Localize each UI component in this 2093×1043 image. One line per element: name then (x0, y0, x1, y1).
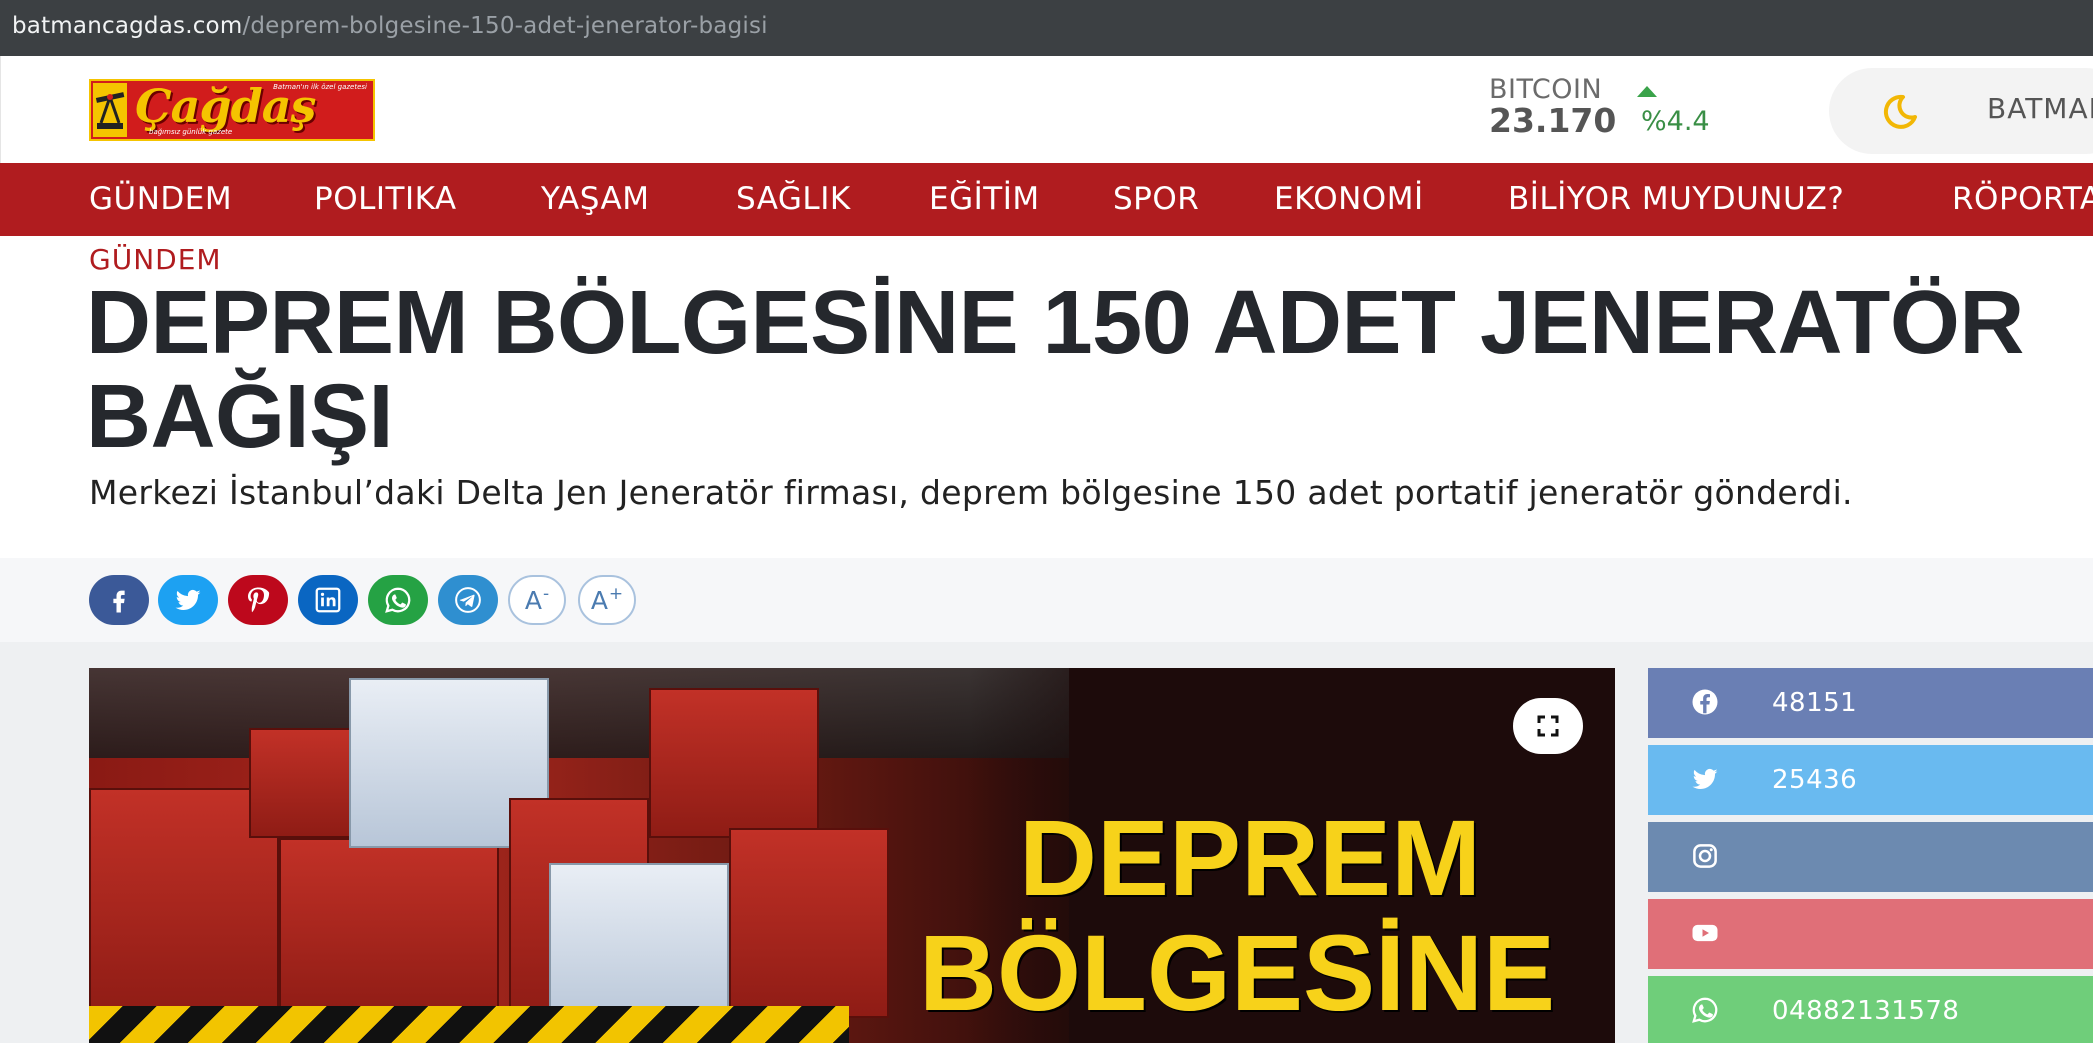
article-category[interactable]: GÜNDEM (89, 243, 222, 276)
facebook-icon (113, 590, 125, 613)
logo-tagline-top: Batman'ın ilk özel gazetesi (273, 83, 367, 91)
telegram-icon (455, 587, 481, 613)
wrapped-generator-box (549, 863, 729, 1028)
twitter-count: 25436 (1772, 765, 1858, 795)
fullscreen-button[interactable] (1513, 698, 1583, 754)
nav-item-biliyor-muydunuz[interactable]: BİLİYOR MUYDUNUZ? (1508, 181, 1844, 217)
whatsapp-icon (1692, 997, 1718, 1023)
share-whatsapp-button[interactable] (368, 575, 428, 625)
font-size-increase-button[interactable]: A + (578, 575, 636, 625)
generator-box (729, 828, 889, 1018)
share-linkedin-button[interactable] (298, 575, 358, 625)
weather-city: BATMAN (1987, 92, 2093, 125)
facebook-icon (1692, 689, 1718, 715)
hazard-stripe (89, 1006, 849, 1043)
warehouse-ceiling (89, 668, 1069, 758)
instagram-icon (1693, 844, 1717, 868)
ticker-change: %4.4 (1641, 106, 1710, 137)
facebook-count: 48151 (1772, 688, 1858, 718)
moon-icon (1883, 94, 1917, 129)
nav-item-egitim[interactable]: EĞİTİM (929, 181, 1040, 217)
article-title-line-1: DEPREM BÖLGESİNE 150 ADET JENERATÖR (86, 273, 2024, 373)
url-text[interactable]: batmancagdas.com/deprem-bolgesine-150-ad… (12, 13, 768, 39)
url-path: /deprem-bolgesine-150-adet-jenerator-bag… (242, 13, 768, 39)
browser-address-bar[interactable]: batmancagdas.com/deprem-bolgesine-150-ad… (0, 0, 2093, 56)
article-title: DEPREM BÖLGESİNE 150 ADET JENERATÖR BAĞI… (86, 276, 2086, 464)
linkedin-icon (315, 587, 341, 613)
logo-tagline-bottom: bağımsız günlük gazete (149, 128, 233, 136)
font-increase-label: A (590, 585, 608, 615)
nav-item-politika[interactable]: POLITIKA (314, 181, 457, 217)
generator-box (279, 838, 499, 1018)
pinterest-icon (248, 587, 270, 613)
article-summary: Merkezi İstanbul’daki Delta Jen Jeneratö… (89, 473, 1853, 512)
share-pinterest-button[interactable] (228, 575, 288, 625)
article-title-line-2: BAĞIŞI (86, 367, 394, 467)
twitter-icon (175, 589, 201, 610)
nav-item-roportaj[interactable]: RÖPORTAJ (1952, 181, 2093, 217)
nav-item-gundem[interactable]: GÜNDEM (89, 181, 232, 217)
whatsapp-phone: 04882131578 (1772, 996, 1960, 1026)
nav-item-saglik[interactable]: SAĞLIK (736, 181, 851, 217)
expand-icon (1537, 715, 1559, 737)
nav-item-yasam[interactable]: YAŞAM (541, 181, 649, 217)
share-twitter-button[interactable] (158, 575, 218, 625)
weather-widget[interactable]: BATMAN (1829, 68, 2093, 154)
nav-item-spor[interactable]: SPOR (1113, 181, 1199, 217)
ticker-price: 23.170 (1489, 101, 1617, 140)
social-instagram-counter[interactable] (1648, 822, 2093, 892)
generator-box (649, 688, 819, 838)
oil-pump-icon (93, 83, 127, 137)
share-bar: A- A + (0, 558, 2093, 642)
twitter-icon (1692, 768, 1718, 789)
up-arrow-icon (1637, 86, 1657, 97)
article-hero-image[interactable]: DEPREM BÖLGESİNE (89, 668, 1615, 1043)
font-decrease-label: A (524, 585, 542, 615)
social-facebook-counter[interactable]: 48151 (1648, 668, 2093, 738)
share-facebook-button[interactable] (89, 575, 149, 625)
social-youtube-counter[interactable] (1648, 899, 2093, 969)
font-increase-sign: + (608, 584, 624, 604)
site-header: Çağdaş Batman'ın ilk özel gazetesi bağım… (0, 56, 2093, 163)
social-whatsapp-counter[interactable]: 04882131578 (1648, 976, 2093, 1043)
nav-item-ekonomi[interactable]: EKONOMİ (1274, 181, 1424, 217)
site-logo[interactable]: Çağdaş Batman'ın ilk özel gazetesi bağım… (89, 79, 375, 141)
url-host: batmancagdas.com (12, 13, 243, 39)
font-size-decrease-button[interactable]: A- (508, 575, 566, 625)
font-decrease-sign: - (542, 584, 550, 604)
hero-overlay-line-1: DEPREM (1019, 797, 1482, 918)
social-twitter-counter[interactable]: 25436 (1648, 745, 2093, 815)
hero-overlay-line-2: BÖLGESİNE (919, 912, 1556, 1033)
main-navigation: GÜNDEM POLITIKA YAŞAM SAĞLIK EĞİTİM SPOR… (0, 163, 2093, 236)
whatsapp-icon (385, 587, 411, 613)
youtube-icon (1692, 924, 1718, 942)
share-telegram-button[interactable] (438, 575, 498, 625)
